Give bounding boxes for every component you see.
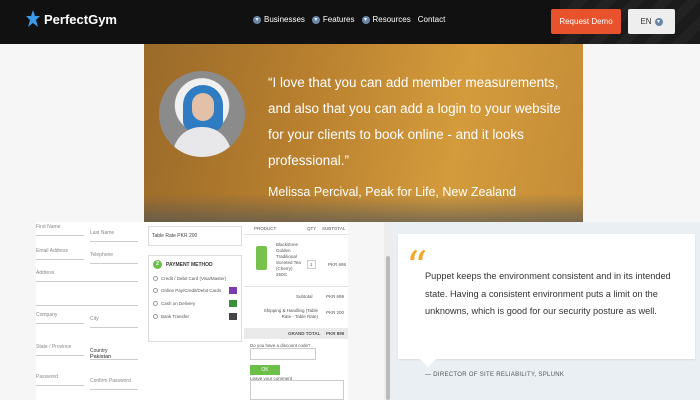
field-label: Telephone <box>90 252 114 258</box>
telephone-field[interactable]: Telephone <box>90 252 138 264</box>
field-label: First Name <box>36 224 61 230</box>
grand-total-label: GRAND TOTAL <box>288 331 321 336</box>
field-label: State / Province <box>36 344 72 350</box>
payment-option-online[interactable]: Online Pay/Credit/Debit Cards <box>149 284 241 297</box>
testimonial-author: Melissa Percival, Peak for Life, New Zea… <box>268 185 517 199</box>
brand-name: PerfectGym <box>44 11 117 27</box>
payment-option-cod[interactable]: Cash on Delivery <box>149 297 241 310</box>
address-line-2-field[interactable] <box>36 294 138 306</box>
request-demo-button[interactable]: Request Demo <box>551 9 621 34</box>
card-logo-icon <box>229 287 237 294</box>
city-field[interactable]: City <box>90 316 138 328</box>
avatar-face <box>192 93 214 121</box>
chevron-down-icon: ▾ <box>253 15 261 24</box>
subtotal-value: PKR 699 <box>326 294 345 299</box>
chevron-down-icon: ▾ <box>311 15 320 24</box>
field-label: Email Address <box>36 248 68 254</box>
cash-icon <box>229 300 237 307</box>
address-field[interactable]: Address <box>36 270 138 282</box>
nav-label: Features <box>322 15 355 24</box>
field-label: Password <box>36 374 58 380</box>
product-price: PKR 699 <box>328 262 347 267</box>
scrollbar-thumb[interactable] <box>386 256 390 400</box>
col-product: PRODUCT <box>254 226 277 231</box>
star-logo-icon <box>26 10 40 27</box>
nav-links: ▾ Businesses ▾ Features ▾ Resources Contact <box>253 15 445 24</box>
payment-option-bank[interactable]: Bank Transfer <box>149 310 241 323</box>
nav-label: Businesses <box>264 15 305 24</box>
nav-label: Contact <box>417 15 446 24</box>
comment-textarea[interactable] <box>250 380 344 400</box>
option-label: Online Pay/Credit/Debit Cards <box>161 288 222 293</box>
radio-icon[interactable] <box>153 288 158 293</box>
field-label: Address <box>36 270 55 276</box>
shipping-rate[interactable]: Table Rate PKR 200 <box>148 226 242 246</box>
divider <box>244 286 348 287</box>
company-field[interactable]: Company <box>36 312 84 324</box>
subtotal-label: Subtotal <box>296 294 313 299</box>
shipping-value: PKR 200 <box>326 310 345 315</box>
quantity-input[interactable]: 1 <box>307 260 316 269</box>
grand-total-value: PKR 899 <box>326 331 345 336</box>
coupon-input[interactable] <box>250 348 316 360</box>
password-field[interactable]: Password <box>36 374 84 386</box>
nav-item-features[interactable]: ▾ Features <box>311 15 355 24</box>
option-label: Credit / Debit Card (Visa/Master) <box>161 276 227 281</box>
language-selector[interactable]: EN ▾ <box>628 9 675 34</box>
radio-icon[interactable] <box>153 301 158 306</box>
product-name: Blackstone Golden Traditional Scented Te… <box>276 242 301 277</box>
field-label: City <box>90 316 99 322</box>
brand-logo[interactable]: PerfectGym <box>26 10 117 28</box>
language-label: EN <box>640 17 652 26</box>
first-name-field[interactable]: First Name <box>36 224 84 236</box>
col-qty: QTY <box>307 226 317 231</box>
radio-icon[interactable] <box>153 314 158 319</box>
avatar <box>159 71 245 157</box>
last-name-field[interactable]: Last Name <box>90 230 138 242</box>
chevron-down-icon: ▾ <box>654 17 663 26</box>
nav-item-businesses[interactable]: ▾ Businesses <box>253 15 305 24</box>
payment-method-box: 2 PAYMENT METHOD Credit / Debit Card (Vi… <box>148 255 242 342</box>
payment-method-header: 2 PAYMENT METHOD <box>149 256 241 273</box>
email-field[interactable]: Email Address <box>36 248 84 260</box>
field-label: Company <box>36 312 58 318</box>
field-label: Confirm Password <box>90 378 131 384</box>
field-label: Last Name <box>90 230 115 236</box>
order-summary: PRODUCT QTY SUBTOTAL Blackstone Golden T… <box>244 222 348 400</box>
confirm-password-field[interactable]: Confirm Password <box>90 378 138 390</box>
col-subtotal: SUBTOTAL <box>322 226 346 231</box>
avatar-coat <box>173 127 231 157</box>
quote-text: Puppet keeps the environment consistent … <box>425 271 671 316</box>
testimonial-banner: “I love that you can add member measurem… <box>144 44 583 222</box>
apply-coupon-button[interactable]: OK <box>250 365 280 375</box>
nav-label: Resources <box>372 15 411 24</box>
quote-card: “ Puppet keeps the environment consisten… <box>398 234 695 367</box>
step-number: 2 <box>153 260 162 269</box>
radio-icon[interactable] <box>153 276 158 281</box>
state-field[interactable]: State / Province <box>36 344 84 356</box>
country-value: Pakistan <box>90 354 112 360</box>
checkout-form: First Name Last Name Email Address Telep… <box>36 222 144 400</box>
product-image <box>256 246 267 270</box>
chevron-down-icon: ▾ <box>361 15 370 24</box>
page: PerfectGym ▾ Businesses ▾ Features ▾ Resour… <box>0 0 700 400</box>
option-label: Bank Transfer <box>161 314 190 319</box>
payment-method-title: PAYMENT METHOD <box>166 261 213 268</box>
bank-icon <box>229 313 237 320</box>
nav-item-resources[interactable]: ▾ Resources <box>361 15 411 24</box>
shipping-label: Shipping & Handling (Table Rate - Table … <box>263 308 318 319</box>
nav-item-contact[interactable]: Contact <box>418 15 446 24</box>
option-label: Cash on Delivery <box>161 301 196 306</box>
country-select[interactable]: Country Pakistan <box>90 348 138 360</box>
payment-option-card[interactable]: Credit / Debit Card (Visa/Master) <box>149 273 241 284</box>
divider <box>244 234 348 235</box>
top-navigation: PerfectGym ▾ Businesses ▾ Features ▾ Resour… <box>0 0 700 44</box>
payment-panel: Table Rate PKR 200 2 PAYMENT METHOD Cred… <box>144 222 244 400</box>
quote-author: — DIRECTOR OF SITE RELIABILITY, SPLUNK <box>425 372 565 378</box>
testimonial-quote: “I love that you can add member measurem… <box>268 75 561 168</box>
